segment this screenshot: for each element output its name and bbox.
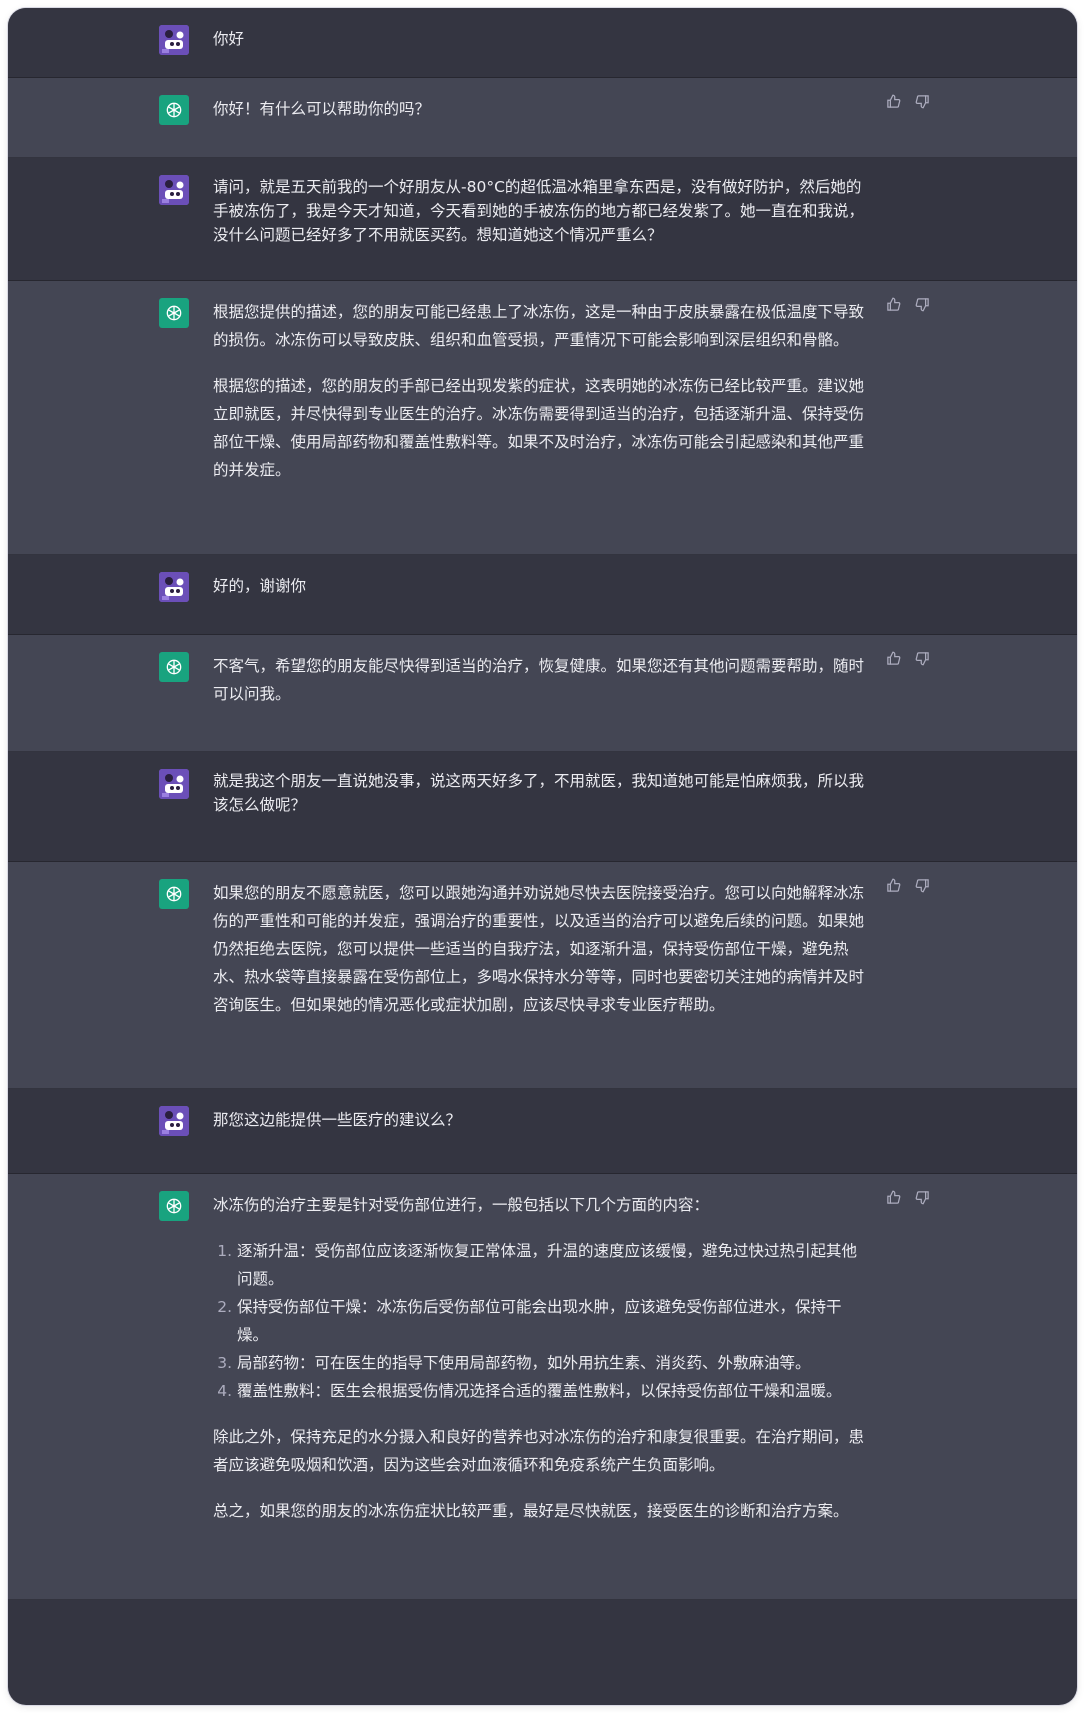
- chat-message-assistant: 如果您的朋友不愿意就医，您可以跟她沟通并劝说她尽快去医院接受治疗。您可以向她解释…: [8, 862, 1077, 1089]
- list-item: 保持受伤部位干燥：冰冻伤后受伤部位可能会出现水肿，应该避免受伤部位进水，保持干燥…: [237, 1293, 868, 1349]
- numbered-list: 逐渐升温：受伤部位应该逐渐恢复正常体温，升温的速度应该缓慢，避免过快过热引起其他…: [213, 1237, 868, 1405]
- user-avatar-icon: [159, 25, 189, 55]
- openai-logo-icon: [159, 95, 189, 125]
- feedback-actions: [884, 876, 931, 894]
- chat-window: 你好 你好！有什么可以帮助你的吗？ 请问，就是五天前我的一个好朋友从-80°C的…: [8, 8, 1077, 1705]
- chat-message-user: 好的，谢谢你: [8, 555, 1077, 635]
- message-text: 请问，就是五天前我的一个好朋友从-80°C的超低温冰箱里拿东西是，没有做好防护，…: [213, 175, 868, 247]
- thumbs-up-icon[interactable]: [884, 649, 902, 667]
- message-text: 好的，谢谢你: [213, 572, 868, 600]
- user-avatar-icon: [159, 769, 189, 799]
- chat-message-user: 请问，就是五天前我的一个好朋友从-80°C的超低温冰箱里拿东西是，没有做好防护，…: [8, 158, 1077, 281]
- user-avatar-icon: [159, 175, 189, 205]
- chat-bottom-spacer: [8, 1600, 1077, 1670]
- message-text: 你好！有什么可以帮助你的吗？: [213, 95, 868, 123]
- chat-message-assistant: 你好！有什么可以帮助你的吗？: [8, 78, 1077, 158]
- feedback-actions: [884, 1188, 931, 1206]
- user-avatar-icon: [159, 572, 189, 602]
- thumbs-up-icon[interactable]: [884, 295, 902, 313]
- message-paragraph: 不客气，希望您的朋友能尽快得到适当的治疗，恢复健康。如果您还有其他问题需要帮助，…: [213, 657, 865, 703]
- message-paragraph: 那您这边能提供一些医疗的建议么？: [213, 1111, 462, 1129]
- chat-message-user: 你好: [8, 8, 1077, 78]
- message-text: 根据您提供的描述，您的朋友可能已经患上了冰冻伤，这是一种由于皮肤暴露在极低温度下…: [213, 298, 868, 484]
- openai-logo-icon: [159, 652, 189, 682]
- thumbs-up-icon[interactable]: [884, 876, 902, 894]
- openai-logo-icon: [159, 1191, 189, 1221]
- feedback-actions: [884, 92, 931, 110]
- message-paragraph: 如果您的朋友不愿意就医，您可以跟她沟通并劝说她尽快去医院接受治疗。您可以向她解释…: [213, 884, 865, 1014]
- openai-logo-icon: [159, 298, 189, 328]
- list-item: 局部药物：可在医生的指导下使用局部药物，如外用抗生素、消炎药、外敷麻油等。: [237, 1349, 868, 1377]
- message-paragraph: 除此之外，保持充足的水分摄入和良好的营养也对冰冻伤的治疗和康复很重要。在治疗期间…: [213, 1428, 865, 1474]
- thumbs-down-icon[interactable]: [913, 649, 931, 667]
- thumbs-down-icon[interactable]: [913, 295, 931, 313]
- message-paragraph: 总之，如果您的朋友的冰冻伤症状比较严重，最好是尽快就医，接受医生的诊断和治疗方案…: [213, 1502, 849, 1520]
- message-paragraph: 根据您提供的描述，您的朋友可能已经患上了冰冻伤，这是一种由于皮肤暴露在极低温度下…: [213, 303, 865, 349]
- message-text: 你好: [213, 25, 868, 53]
- message-paragraph: 你好: [213, 30, 245, 48]
- message-paragraph: 就是我这个朋友一直说她没事，说这两天好多了，不用就医，我知道她可能是怕麻烦我，所…: [213, 772, 865, 814]
- thumbs-down-icon[interactable]: [913, 876, 931, 894]
- chat-message-assistant: 根据您提供的描述，您的朋友可能已经患上了冰冻伤，这是一种由于皮肤暴露在极低温度下…: [8, 281, 1077, 555]
- message-text: 那您这边能提供一些医疗的建议么？: [213, 1106, 868, 1134]
- thumbs-up-icon[interactable]: [884, 1188, 902, 1206]
- message-paragraph: 根据您的描述，您的朋友的手部已经出现发紫的症状，这表明她的冰冻伤已经比较严重。建…: [213, 377, 865, 479]
- message-text: 如果您的朋友不愿意就医，您可以跟她沟通并劝说她尽快去医院接受治疗。您可以向她解释…: [213, 879, 868, 1019]
- feedback-actions: [884, 295, 931, 313]
- feedback-actions: [884, 649, 931, 667]
- user-avatar-icon: [159, 1106, 189, 1136]
- thumbs-up-icon[interactable]: [884, 92, 902, 110]
- message-paragraph: 好的，谢谢你: [213, 577, 307, 595]
- chat-message-user: 那您这边能提供一些医疗的建议么？: [8, 1089, 1077, 1174]
- list-item: 覆盖性敷料：医生会根据受伤情况选择合适的覆盖性敷料，以保持受伤部位干燥和温暖。: [237, 1377, 868, 1405]
- chat-message-user: 就是我这个朋友一直说她没事，说这两天好多了，不用就医，我知道她可能是怕麻烦我，所…: [8, 752, 1077, 862]
- message-text: 不客气，希望您的朋友能尽快得到适当的治疗，恢复健康。如果您还有其他问题需要帮助，…: [213, 652, 868, 708]
- chat-message-assistant: 不客气，希望您的朋友能尽快得到适当的治疗，恢复健康。如果您还有其他问题需要帮助，…: [8, 635, 1077, 752]
- message-text: 就是我这个朋友一直说她没事，说这两天好多了，不用就医，我知道她可能是怕麻烦我，所…: [213, 769, 868, 817]
- chat-message-assistant: 冰冻伤的治疗主要是针对受伤部位进行，一般包括以下几个方面的内容： 逐渐升温：受伤…: [8, 1174, 1077, 1600]
- thumbs-down-icon[interactable]: [913, 1188, 931, 1206]
- message-paragraph: 你好！有什么可以帮助你的吗？: [213, 100, 431, 118]
- message-paragraph: 请问，就是五天前我的一个好朋友从-80°C的超低温冰箱里拿东西是，没有做好防护，…: [213, 178, 865, 244]
- thumbs-down-icon[interactable]: [913, 92, 931, 110]
- message-text: 冰冻伤的治疗主要是针对受伤部位进行，一般包括以下几个方面的内容： 逐渐升温：受伤…: [213, 1191, 868, 1525]
- message-paragraph: 冰冻伤的治疗主要是针对受伤部位进行，一般包括以下几个方面的内容：: [213, 1196, 710, 1214]
- list-item: 逐渐升温：受伤部位应该逐渐恢复正常体温，升温的速度应该缓慢，避免过快过热引起其他…: [237, 1237, 868, 1293]
- openai-logo-icon: [159, 879, 189, 909]
